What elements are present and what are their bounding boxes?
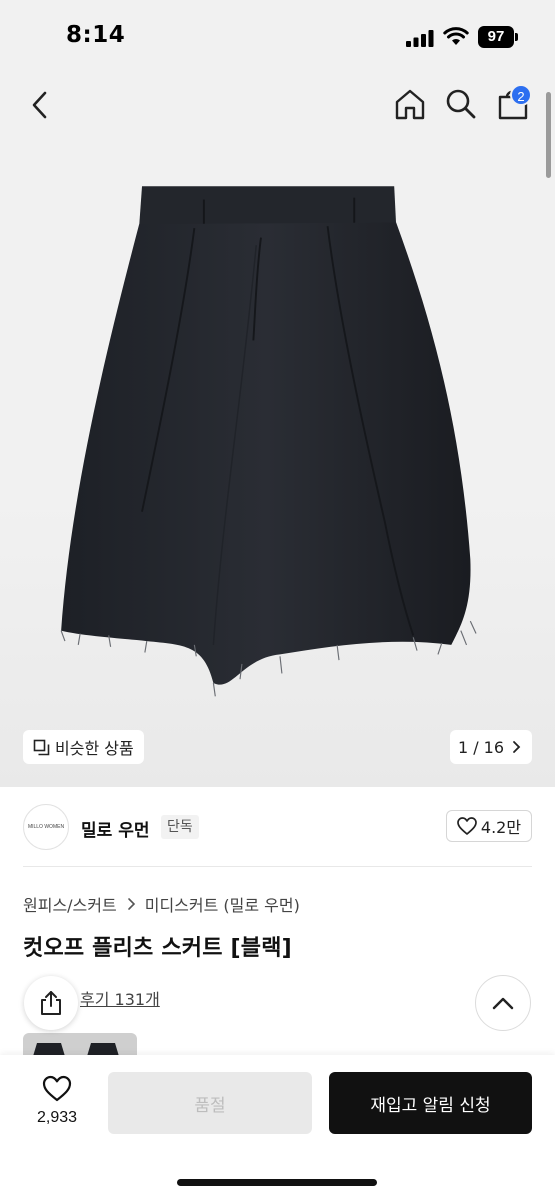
product-image-gallery[interactable]: 2 비슷한 상품 1 / 16 [0, 74, 555, 787]
similar-products-icon [33, 739, 50, 755]
brand-row: MILLO WOMEN 밀로 우먼 단독 4.2만 [23, 804, 532, 850]
status-bar: 8:14 97 [0, 0, 555, 74]
chevron-up-icon [492, 997, 514, 1010]
brand-logo[interactable]: MILLO WOMEN [23, 804, 69, 850]
chevron-right-icon [513, 741, 521, 753]
wifi-icon [443, 27, 469, 45]
similar-products-label: 비슷한 상품 [55, 739, 134, 758]
brand-name[interactable]: 밀로 우먼 [81, 816, 149, 841]
heart-outline-icon [457, 817, 477, 835]
soldout-button: 품절 [108, 1072, 312, 1134]
bottom-action-bar: 2,933 품절 재입고 알림 신청 [0, 1055, 555, 1200]
heart-outline-icon [42, 1075, 72, 1102]
divider [23, 866, 532, 867]
battery-tip [515, 33, 518, 41]
home-icon[interactable] [394, 88, 426, 120]
product-image-skirt [60, 186, 477, 697]
share-icon [41, 991, 61, 1015]
status-time: 8:14 [66, 22, 126, 48]
chevron-right-icon [127, 898, 135, 910]
restock-alert-label: 재입고 알림 신청 [370, 1095, 491, 1116]
share-button[interactable] [24, 976, 78, 1030]
similar-products-button[interactable]: 비슷한 상품 [23, 730, 144, 764]
scroll-to-top-button[interactable] [475, 975, 531, 1031]
wishlist-button[interactable]: 2,933 [23, 1075, 91, 1135]
exclusive-badge: 단독 [161, 815, 199, 839]
home-indicator[interactable] [177, 1179, 377, 1186]
cellular-signal-icon [406, 30, 434, 47]
brand-like-button[interactable]: 4.2만 [446, 810, 532, 842]
wishlist-count: 2,933 [36, 1109, 78, 1126]
search-icon[interactable] [446, 88, 476, 120]
cart-count-badge: 2 [510, 84, 532, 106]
soldout-label: 품절 [194, 1095, 226, 1116]
brand-like-count: 4.2만 [480, 818, 522, 837]
image-page-indicator[interactable]: 1 / 16 [450, 730, 532, 764]
brand-logo-text: MILLO WOMEN [27, 823, 65, 830]
restock-alert-button[interactable]: 재입고 알림 신청 [329, 1072, 532, 1134]
breadcrumb-category[interactable]: 원피스/스커트 [23, 892, 117, 916]
page-scrollbar[interactable] [546, 92, 551, 178]
breadcrumb-subcategory[interactable]: 미디스커트 (밀로 우먼) [145, 892, 300, 916]
back-arrow-icon[interactable] [28, 90, 54, 120]
image-page-count: 1 / 16 [457, 737, 505, 757]
breadcrumb: 원피스/스커트 미디스커트 (밀로 우먼) [23, 892, 300, 916]
review-link[interactable]: 후기 131개 [80, 986, 160, 1010]
product-title: 컷오프 플리츠 스커트 [블랙] [23, 936, 292, 961]
battery-level: 97 [478, 26, 514, 48]
